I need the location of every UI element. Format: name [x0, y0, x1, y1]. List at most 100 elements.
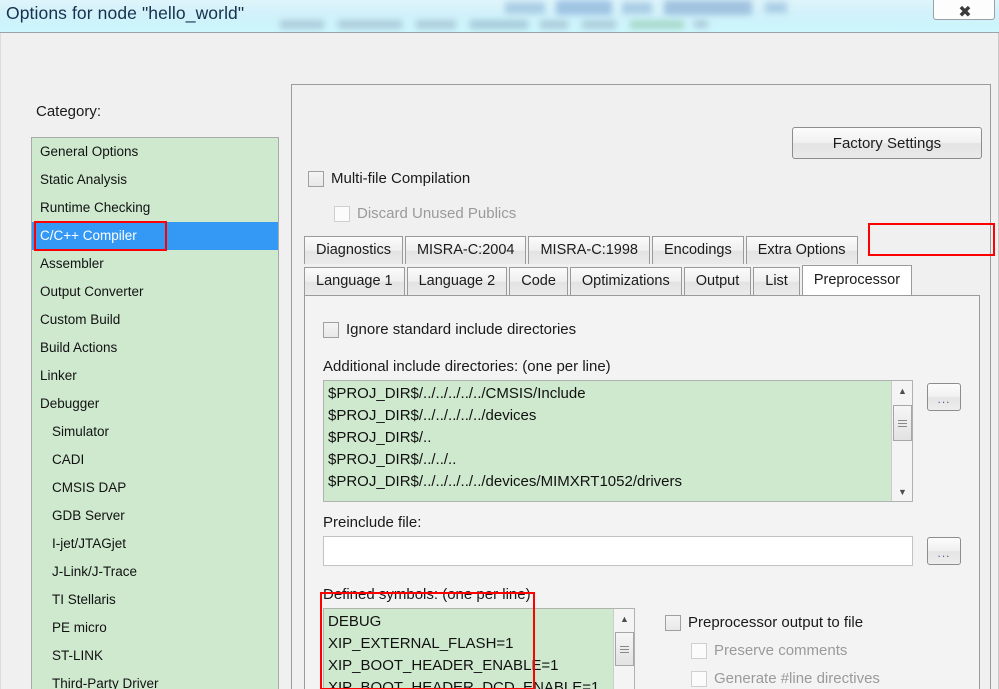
- preprocessor-output-to-file-row[interactable]: Preprocessor output to file: [665, 614, 863, 631]
- grip-line: [898, 426, 907, 427]
- category-label: Category:: [36, 103, 101, 120]
- preserve-comments-row: Preserve comments: [691, 642, 847, 659]
- blurred-background-text: [540, 20, 568, 29]
- close-button[interactable]: ✖: [933, 0, 995, 20]
- generate-line-directives-checkbox: [691, 671, 707, 687]
- multi-file-compilation-checkbox[interactable]: [308, 171, 324, 187]
- ignore-standard-includes-row[interactable]: Ignore standard include directories: [323, 321, 576, 338]
- ignore-standard-includes-checkbox[interactable]: [323, 322, 339, 338]
- category-item-runtime-checking[interactable]: Runtime Checking: [32, 194, 278, 222]
- defined-symbol-line: XIP_EXTERNAL_FLASH=1: [328, 633, 599, 655]
- category-item-custom-build[interactable]: Custom Build: [32, 306, 278, 334]
- preserve-comments-checkbox: [691, 643, 707, 659]
- blurred-background-text: [630, 20, 684, 29]
- multi-file-compilation-row[interactable]: Multi-file Compilation: [308, 170, 470, 187]
- multi-file-compilation-label: Multi-file Compilation: [331, 170, 470, 187]
- category-item-cadi[interactable]: CADI: [32, 446, 278, 474]
- tab-misra-c-1998[interactable]: MISRA-C:1998: [528, 236, 650, 264]
- category-item-pe-micro[interactable]: PE micro: [32, 614, 278, 642]
- tab-code[interactable]: Code: [509, 267, 568, 295]
- category-item-build-actions[interactable]: Build Actions: [32, 334, 278, 362]
- grip-line: [620, 652, 629, 653]
- category-item-c-c-compiler[interactable]: C/C++ Compiler: [32, 222, 278, 250]
- category-item-assembler[interactable]: Assembler: [32, 250, 278, 278]
- tab-row-2[interactable]: Language 1Language 2CodeOptimizationsOut…: [304, 265, 914, 295]
- include-directory-line: $PROJ_DIR$/../../../../../CMSIS/Include: [328, 383, 682, 405]
- defined-symbol-line: DEBUG: [328, 611, 599, 633]
- grip-line: [898, 420, 907, 421]
- tab-diagnostics[interactable]: Diagnostics: [304, 236, 403, 264]
- scroll-up-icon[interactable]: ▲: [614, 609, 635, 628]
- blurred-background-text: [416, 20, 456, 29]
- tab-preprocessor[interactable]: Preprocessor: [802, 265, 912, 295]
- category-item-gdb-server[interactable]: GDB Server: [32, 502, 278, 530]
- include-directory-line: $PROJ_DIR$/../../../../../devices/MIMXRT…: [328, 471, 682, 493]
- tab-row-1[interactable]: DiagnosticsMISRA-C:2004MISRA-C:1998Encod…: [304, 236, 860, 264]
- blurred-background-text: [280, 20, 324, 29]
- options-dialog: Options for node "hello_world" ✖ Categor…: [0, 0, 999, 689]
- category-item-cmsis-dap[interactable]: CMSIS DAP: [32, 474, 278, 502]
- discard-unused-publics-label: Discard Unused Publics: [357, 205, 516, 222]
- preprocessor-tab-page: Ignore standard include directories Addi…: [304, 295, 980, 689]
- blurred-background-text: [556, 0, 612, 15]
- blurred-background-text: [765, 2, 787, 13]
- tab-extra-options[interactable]: Extra Options: [746, 236, 858, 264]
- factory-settings-button[interactable]: Factory Settings: [792, 127, 982, 159]
- category-item-third-party-driver[interactable]: Third-Party Driver: [32, 670, 278, 689]
- defined-symbols-scrollbar[interactable]: ▲ ▼: [613, 609, 634, 689]
- tab-language-1[interactable]: Language 1: [304, 267, 405, 295]
- scrollbar-thumb[interactable]: [893, 405, 912, 441]
- discard-unused-publics-row: Discard Unused Publics: [334, 205, 516, 222]
- tab-output[interactable]: Output: [684, 267, 752, 295]
- defined-symbols-text: DEBUGXIP_EXTERNAL_FLASH=1XIP_BOOT_HEADER…: [328, 611, 599, 689]
- preprocessor-output-to-file-label: Preprocessor output to file: [688, 614, 863, 631]
- category-item-debugger[interactable]: Debugger: [32, 390, 278, 418]
- category-item-i-jet-jtagjet[interactable]: I-jet/JTAGjet: [32, 530, 278, 558]
- grip-line: [620, 646, 629, 647]
- additional-include-directories-textbox[interactable]: $PROJ_DIR$/../../../../../CMSIS/Include$…: [323, 380, 913, 502]
- preinclude-file-label: Preinclude file:: [323, 514, 421, 531]
- preserve-comments-label: Preserve comments: [714, 642, 847, 659]
- category-item-general-options[interactable]: General Options: [32, 138, 278, 166]
- tab-list[interactable]: List: [753, 267, 800, 295]
- category-item-ti-stellaris[interactable]: TI Stellaris: [32, 586, 278, 614]
- discard-unused-publics-checkbox: [334, 206, 350, 222]
- generate-line-directives-row: Generate #line directives: [691, 670, 880, 687]
- tab-strip-row2: Language 1Language 2CodeOptimizationsOut…: [304, 265, 914, 295]
- window-title: Options for node "hello_world": [6, 3, 244, 24]
- blurred-background-text: [338, 20, 402, 29]
- include-directory-line: $PROJ_DIR$/../../../../../devices: [328, 405, 682, 427]
- tab-misra-c-2004[interactable]: MISRA-C:2004: [405, 236, 527, 264]
- defined-symbol-line: XIP_BOOT_HEADER_ENABLE=1: [328, 655, 599, 677]
- dialog-body: Category: General OptionsStatic Analysis…: [0, 33, 999, 689]
- blurred-background-text: [622, 2, 652, 14]
- scroll-up-icon[interactable]: ▲: [892, 381, 913, 400]
- category-item-st-link[interactable]: ST-LINK: [32, 642, 278, 670]
- browse-include-directories-button[interactable]: ...: [927, 383, 961, 411]
- window-titlebar: Options for node "hello_world" ✖: [0, 0, 999, 33]
- settings-panel: Factory Settings Multi-file Compilation …: [291, 84, 991, 689]
- preinclude-file-input[interactable]: [323, 536, 913, 566]
- category-item-static-analysis[interactable]: Static Analysis: [32, 166, 278, 194]
- generate-line-directives-label: Generate #line directives: [714, 670, 880, 687]
- tab-optimizations[interactable]: Optimizations: [570, 267, 682, 295]
- grip-line: [898, 423, 907, 424]
- browse-preinclude-file-button[interactable]: ...: [927, 537, 961, 565]
- include-directories-scrollbar[interactable]: ▲ ▼: [891, 381, 912, 501]
- tab-strip: DiagnosticsMISRA-C:2004MISRA-C:1998Encod…: [304, 236, 860, 264]
- category-item-output-converter[interactable]: Output Converter: [32, 278, 278, 306]
- include-directory-line: $PROJ_DIR$/../../..: [328, 449, 682, 471]
- tab-language-2[interactable]: Language 2: [407, 267, 508, 295]
- blurred-background-text: [582, 20, 616, 29]
- scroll-down-icon[interactable]: ▼: [892, 482, 913, 501]
- grip-line: [620, 649, 629, 650]
- scrollbar-thumb[interactable]: [615, 632, 634, 666]
- defined-symbols-textbox[interactable]: DEBUGXIP_EXTERNAL_FLASH=1XIP_BOOT_HEADER…: [323, 608, 635, 689]
- category-item-simulator[interactable]: Simulator: [32, 418, 278, 446]
- category-list[interactable]: General OptionsStatic AnalysisRuntime Ch…: [31, 137, 279, 689]
- preprocessor-output-to-file-checkbox[interactable]: [665, 615, 681, 631]
- category-item-linker[interactable]: Linker: [32, 362, 278, 390]
- tab-encodings[interactable]: Encodings: [652, 236, 744, 264]
- category-item-j-link-j-trace[interactable]: J-Link/J-Trace: [32, 558, 278, 586]
- close-icon: ✖: [934, 2, 996, 22]
